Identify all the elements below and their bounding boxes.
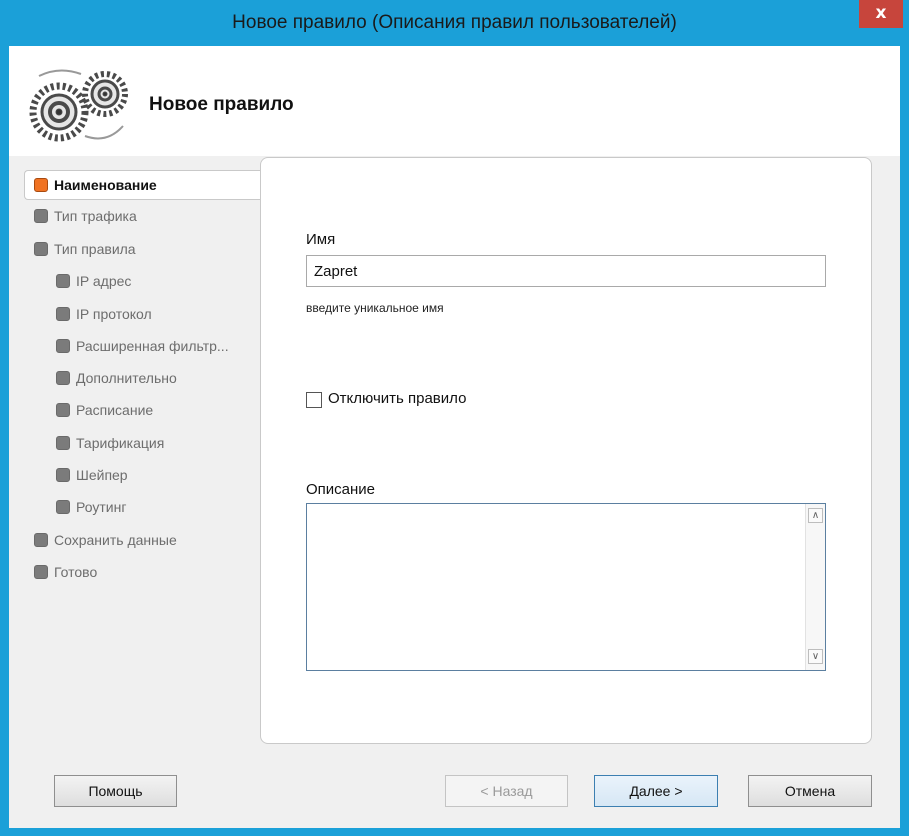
name-label: Имя <box>306 231 336 248</box>
step-label: Сохранить данные <box>54 532 177 548</box>
scroll-up-icon[interactable]: ∧ <box>808 508 823 523</box>
step-item-ip-address[interactable]: IP адрес <box>56 266 131 296</box>
step-item-name[interactable]: Наименование <box>24 170 269 200</box>
step-label: IP адрес <box>76 273 132 289</box>
step-bullet-icon <box>56 500 70 514</box>
description-textarea[interactable] <box>308 505 805 669</box>
description-label: Описание <box>306 481 376 498</box>
step-bullet-icon <box>56 436 70 450</box>
step-item-save-data[interactable]: Сохранить данные <box>34 525 177 555</box>
step-bullet-icon <box>34 533 48 547</box>
back-button[interactable]: < Назад <box>445 775 568 807</box>
step-label: Шейпер <box>76 467 128 483</box>
name-input[interactable] <box>306 255 826 287</box>
name-hint: введите уникальное имя <box>306 301 444 315</box>
step-item-tariffication[interactable]: Тарификация <box>56 428 164 458</box>
step-bullet-icon <box>56 468 70 482</box>
dialog-body: Новое правило Наименование Тип трафика Т… <box>9 46 900 828</box>
step-bullet-icon <box>34 209 48 223</box>
step-item-schedule[interactable]: Расписание <box>56 395 153 425</box>
step-label: IP протокол <box>76 306 152 322</box>
step-label: Наименование <box>54 177 157 193</box>
step-bullet-icon <box>56 307 70 321</box>
step-label: Тип трафика <box>54 208 137 224</box>
close-button[interactable]: x <box>859 0 903 28</box>
step-label: Расписание <box>76 402 154 418</box>
description-field: ∧ ∨ <box>306 503 826 671</box>
step-label: Тип правила <box>54 241 136 257</box>
title-bar[interactable]: Новое правило (Описания правил пользоват… <box>0 0 909 46</box>
step-bullet-icon <box>56 339 70 353</box>
step-active-bullet-icon <box>34 178 48 192</box>
dialog-window: Новое правило (Описания правил пользоват… <box>0 0 909 836</box>
step-label: Роутинг <box>76 499 127 515</box>
scroll-down-icon[interactable]: ∨ <box>808 649 823 664</box>
cancel-button[interactable]: Отмена <box>748 775 872 807</box>
step-item-routing[interactable]: Роутинг <box>56 492 126 522</box>
step-content-panel: Имя введите уникальное имя Отключить пра… <box>260 157 872 744</box>
help-button[interactable]: Помощь <box>54 775 177 807</box>
step-bullet-icon <box>56 403 70 417</box>
next-button[interactable]: Далее > <box>594 775 718 807</box>
step-label: Готово <box>54 564 98 580</box>
step-item-additional[interactable]: Дополнительно <box>56 363 177 393</box>
step-label: Дополнительно <box>76 370 177 386</box>
wizard-header: Новое правило <box>9 46 900 156</box>
window-title: Новое правило (Описания правил пользоват… <box>232 12 677 33</box>
disable-rule-label[interactable]: Отключить правило <box>328 390 466 407</box>
description-scrollbar[interactable]: ∧ ∨ <box>805 504 825 670</box>
step-bullet-icon <box>34 565 48 579</box>
step-item-done[interactable]: Готово <box>34 557 97 587</box>
step-label: Расширенная фильтр... <box>76 338 229 354</box>
step-item-shaper[interactable]: Шейпер <box>56 460 128 490</box>
step-item-ip-protocol[interactable]: IP протокол <box>56 299 152 329</box>
step-label: Тарификация <box>76 435 165 451</box>
step-item-extended-filter[interactable]: Расширенная фильтр... <box>56 331 229 361</box>
step-bullet-icon <box>56 274 70 288</box>
step-bullet-icon <box>34 242 48 256</box>
disable-rule-checkbox[interactable] <box>306 392 322 408</box>
step-item-traffic-type[interactable]: Тип трафика <box>34 201 137 231</box>
step-item-rule-type[interactable]: Тип правила <box>34 234 136 264</box>
page-title: Новое правило <box>149 94 294 115</box>
step-bullet-icon <box>56 371 70 385</box>
gears-icon <box>29 69 128 142</box>
